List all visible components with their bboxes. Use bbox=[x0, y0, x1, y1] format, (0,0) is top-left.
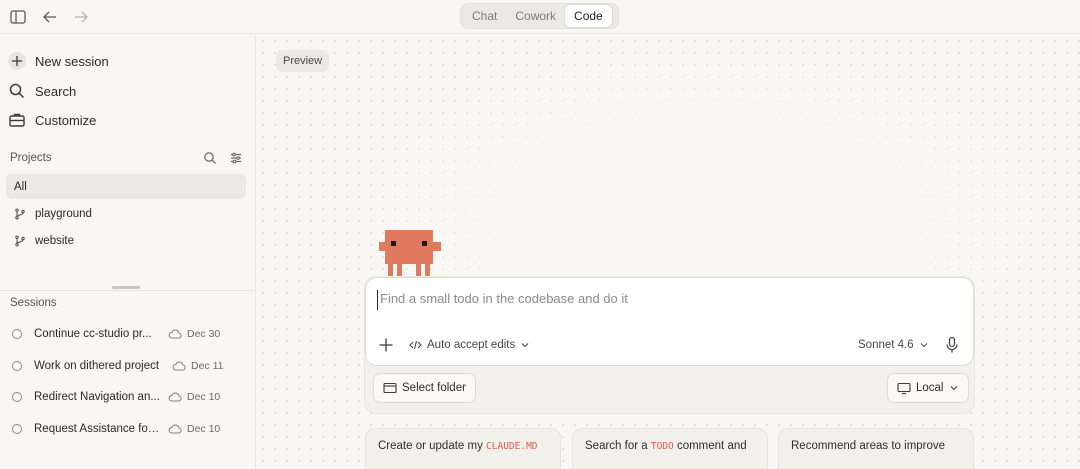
environment-label: Local bbox=[916, 382, 944, 394]
resize-handle[interactable] bbox=[112, 286, 140, 289]
chevron-down-icon bbox=[520, 340, 530, 350]
monitor-icon bbox=[897, 382, 911, 395]
plus-icon bbox=[8, 52, 26, 70]
microphone-icon bbox=[944, 336, 960, 354]
back-arrow-icon[interactable] bbox=[40, 7, 60, 27]
preview-badge: Preview bbox=[276, 50, 330, 72]
folder-icon bbox=[383, 382, 397, 394]
session-title: Request Assistance for... bbox=[34, 423, 160, 435]
project-label: playground bbox=[35, 207, 92, 220]
search-label: Search bbox=[35, 83, 77, 99]
session-item[interactable]: Request Assistance for... Dec 10 bbox=[12, 418, 248, 440]
microphone-button[interactable] bbox=[944, 336, 960, 354]
new-session-button[interactable]: New session bbox=[8, 49, 238, 73]
suggestion-text: Recommend areas to improve bbox=[791, 440, 946, 452]
tab-chat[interactable]: Chat bbox=[463, 5, 506, 27]
composer-box: Find a small todo in the codebase and do… bbox=[365, 277, 974, 366]
project-item-all[interactable]: All bbox=[6, 174, 246, 199]
session-title: Continue cc-studio pr... bbox=[34, 328, 152, 340]
status-circle-icon bbox=[12, 329, 22, 339]
chevron-down-icon bbox=[949, 383, 959, 393]
session-item[interactable]: Work on dithered project Dec 11 bbox=[12, 355, 248, 377]
suggestion-code: TODO bbox=[650, 441, 674, 452]
filter-sliders-icon[interactable] bbox=[229, 151, 243, 165]
session-item[interactable]: Continue cc-studio pr... Dec 30 bbox=[12, 323, 248, 345]
search-button[interactable]: Search bbox=[8, 79, 238, 103]
customize-button[interactable]: Customize bbox=[8, 108, 238, 132]
sidebar: New session Search Customize Projects Al… bbox=[0, 35, 256, 469]
select-folder-label: Select folder bbox=[402, 382, 466, 394]
mode-switcher: Chat Cowork Code bbox=[460, 3, 619, 29]
auto-accept-label: Auto accept edits bbox=[427, 339, 516, 351]
suggestion-card[interactable]: Create or update my CLAUDE.MD bbox=[365, 428, 561, 469]
plus-icon bbox=[378, 337, 394, 353]
select-folder-button[interactable]: Select folder bbox=[373, 373, 476, 403]
customize-label: Customize bbox=[35, 112, 97, 128]
project-label: All bbox=[14, 180, 27, 193]
suggestion-card[interactable]: Recommend areas to improve bbox=[778, 428, 974, 469]
suggestion-text: Search for a bbox=[585, 440, 648, 452]
suggestion-text: comment and bbox=[676, 440, 747, 452]
sidebar-toggle-icon[interactable] bbox=[8, 7, 28, 27]
tab-cowork[interactable]: Cowork bbox=[506, 5, 565, 27]
project-item-website[interactable]: website bbox=[6, 228, 246, 253]
session-date: Dec 10 bbox=[187, 391, 221, 403]
suggestion-text: Create or update my bbox=[378, 440, 483, 452]
briefcase-icon bbox=[8, 111, 26, 129]
model-label: Sonnet 4.6 bbox=[858, 339, 914, 351]
code-brackets-icon bbox=[409, 339, 422, 351]
forward-arrow-icon[interactable] bbox=[71, 7, 91, 27]
cloud-icon bbox=[172, 359, 186, 373]
git-branch-icon bbox=[14, 207, 26, 220]
sessions-heading: Sessions bbox=[10, 297, 57, 309]
cloud-icon bbox=[168, 327, 182, 341]
session-item[interactable]: Redirect Navigation an... Dec 10 bbox=[12, 386, 248, 408]
session-date: Dec 30 bbox=[187, 328, 221, 340]
suggestion-code: CLAUDE.MD bbox=[486, 441, 538, 452]
cloud-icon bbox=[168, 390, 182, 404]
prompt-input[interactable]: Find a small todo in the codebase and do… bbox=[377, 290, 957, 310]
session-title: Redirect Navigation an... bbox=[34, 391, 160, 403]
top-bar: Chat Cowork Code bbox=[0, 0, 1080, 34]
search-icon bbox=[8, 82, 26, 100]
auto-accept-dropdown[interactable]: Auto accept edits bbox=[409, 337, 530, 353]
new-session-label: New session bbox=[35, 53, 109, 69]
git-branch-icon bbox=[14, 234, 26, 247]
suggestion-card[interactable]: Search for a TODO comment and bbox=[572, 428, 768, 469]
status-circle-icon bbox=[12, 424, 22, 434]
projects-heading: Projects bbox=[10, 152, 52, 164]
search-icon[interactable] bbox=[203, 151, 217, 165]
project-label: website bbox=[35, 234, 74, 247]
attach-button[interactable] bbox=[378, 337, 394, 353]
status-circle-icon bbox=[12, 392, 22, 402]
session-date: Dec 11 bbox=[191, 360, 224, 372]
status-circle-icon bbox=[12, 361, 22, 371]
environment-dropdown[interactable]: Local bbox=[887, 373, 969, 403]
tab-code[interactable]: Code bbox=[565, 5, 612, 27]
session-date: Dec 10 bbox=[187, 423, 221, 435]
main-panel: Preview Find a small todo in the codebas… bbox=[257, 35, 1080, 469]
cloud-icon bbox=[168, 422, 182, 436]
project-tools bbox=[203, 151, 243, 165]
sidebar-divider bbox=[0, 290, 255, 291]
project-item-playground[interactable]: playground bbox=[6, 201, 246, 226]
model-selector[interactable]: Sonnet 4.6 bbox=[858, 337, 929, 353]
chevron-down-icon bbox=[919, 340, 929, 350]
session-title: Work on dithered project bbox=[34, 360, 160, 372]
composer-panel: Find a small todo in the codebase and do… bbox=[364, 276, 975, 414]
pixel-crab-mascot bbox=[379, 230, 441, 278]
